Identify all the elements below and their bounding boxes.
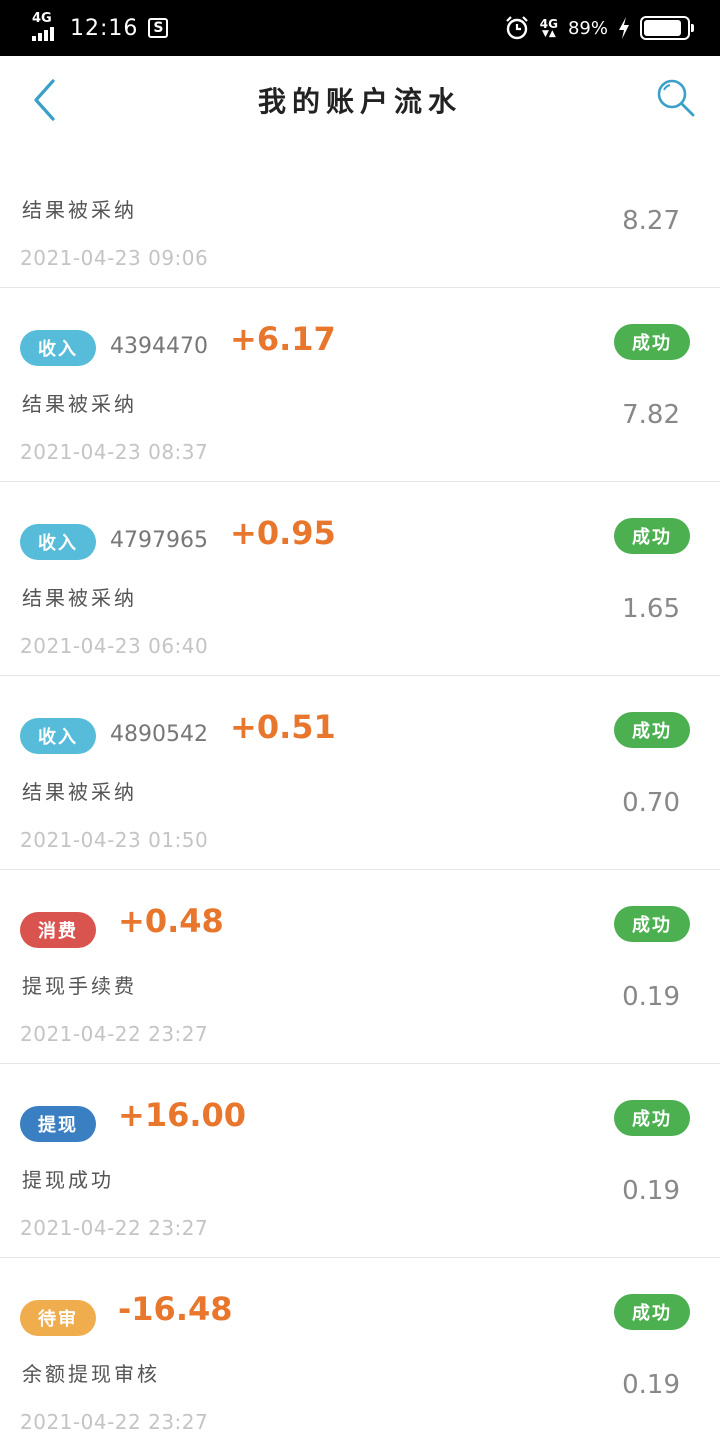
app-header: 我的账户流水 bbox=[0, 56, 720, 144]
record-description: 余额提现审核 bbox=[22, 1362, 160, 1386]
record-description: 结果被采纳 bbox=[22, 780, 137, 804]
record-balance: 0.19 bbox=[622, 1370, 680, 1400]
transaction-record[interactable]: 收入 4890542 +0.51 成功 结果被采纳 0.70 2021-04-2… bbox=[0, 676, 720, 870]
page-title: 我的账户流水 bbox=[257, 85, 462, 118]
status-badge: 成功 bbox=[614, 906, 690, 942]
record-description: 结果被采纳 bbox=[22, 392, 137, 416]
record-amount: -16.48 bbox=[118, 1290, 233, 1328]
record-time: 2021-04-22 23:27 bbox=[20, 1410, 209, 1434]
record-amount: +0.51 bbox=[230, 708, 336, 746]
record-time: 2021-04-23 08:37 bbox=[20, 440, 209, 464]
transaction-record[interactable]: 待审 -16.48 成功 余额提现审核 0.19 2021-04-22 23:2… bbox=[0, 1258, 720, 1436]
signal-icon: 4G bbox=[30, 11, 60, 43]
record-amount: +6.17 bbox=[230, 320, 336, 358]
type-tag: 待审 bbox=[20, 1300, 96, 1336]
status-badge: 成功 bbox=[614, 324, 690, 360]
status-bar: 4G 12:16 S 4G ▼▲ 89% bbox=[0, 0, 720, 56]
battery-percentage: 89% bbox=[567, 17, 608, 39]
charging-icon bbox=[619, 17, 629, 39]
record-time: 2021-04-22 23:27 bbox=[20, 1022, 209, 1046]
record-description: 提现成功 bbox=[22, 1168, 114, 1192]
record-description: 结果被采纳 bbox=[22, 586, 137, 610]
transaction-record[interactable]: 提现 +16.00 成功 提现成功 0.19 2021-04-22 23:27 bbox=[0, 1064, 720, 1258]
record-time: 2021-04-22 23:27 bbox=[20, 1216, 209, 1240]
record-time: 2021-04-23 09:06 bbox=[20, 246, 209, 270]
search-icon bbox=[657, 79, 695, 117]
record-id: 4890542 bbox=[110, 722, 208, 747]
transaction-record[interactable]: 收入 4394470 +6.17 成功 结果被采纳 7.82 2021-04-2… bbox=[0, 288, 720, 482]
record-balance: 7.82 bbox=[622, 400, 680, 430]
transaction-list[interactable]: 结果被采纳 8.27 2021-04-23 09:06 收入 4394470 +… bbox=[0, 144, 720, 1436]
status-time: 12:16 bbox=[70, 15, 139, 41]
type-tag: 收入 bbox=[20, 718, 96, 754]
record-time: 2021-04-23 06:40 bbox=[20, 634, 209, 658]
chevron-left-icon bbox=[34, 79, 55, 121]
type-tag: 收入 bbox=[20, 330, 96, 366]
type-tag: 消费 bbox=[20, 912, 96, 948]
type-tag: 收入 bbox=[20, 524, 96, 560]
type-tag: 提现 bbox=[20, 1106, 96, 1142]
record-balance: 1.65 bbox=[622, 594, 680, 624]
record-balance: 0.19 bbox=[622, 1176, 680, 1206]
transaction-record[interactable]: 消费 +0.48 成功 提现手续费 0.19 2021-04-22 23:27 bbox=[0, 870, 720, 1064]
back-button[interactable] bbox=[24, 76, 64, 124]
status-badge: 成功 bbox=[614, 1100, 690, 1136]
record-balance: 0.19 bbox=[622, 982, 680, 1012]
record-amount: +0.95 bbox=[230, 514, 336, 552]
status-badge: 成功 bbox=[614, 712, 690, 748]
record-id: 4797965 bbox=[110, 528, 208, 553]
record-amount: +0.48 bbox=[118, 902, 224, 940]
record-balance: 8.27 bbox=[622, 206, 680, 236]
status-badge: 成功 bbox=[614, 1294, 690, 1330]
record-time: 2021-04-23 01:50 bbox=[20, 828, 209, 852]
record-description: 结果被采纳 bbox=[22, 198, 137, 222]
record-amount: +16.00 bbox=[118, 1096, 247, 1134]
status-badge: 成功 bbox=[614, 518, 690, 554]
notification-icon: S bbox=[148, 18, 169, 38]
alarm-icon bbox=[506, 16, 528, 40]
mobile-data-label: 4G bbox=[539, 16, 558, 31]
battery-icon bbox=[640, 16, 694, 40]
mobile-data-icon: 4G ▼▲ bbox=[539, 16, 558, 39]
search-button[interactable] bbox=[654, 76, 698, 120]
network-type: 4G bbox=[32, 11, 52, 26]
record-description: 提现手续费 bbox=[22, 974, 137, 998]
transaction-record[interactable]: 结果被采纳 8.27 2021-04-23 09:06 bbox=[0, 144, 720, 288]
record-id: 4394470 bbox=[110, 334, 208, 359]
record-balance: 0.70 bbox=[622, 788, 680, 818]
transaction-record[interactable]: 收入 4797965 +0.95 成功 结果被采纳 1.65 2021-04-2… bbox=[0, 482, 720, 676]
